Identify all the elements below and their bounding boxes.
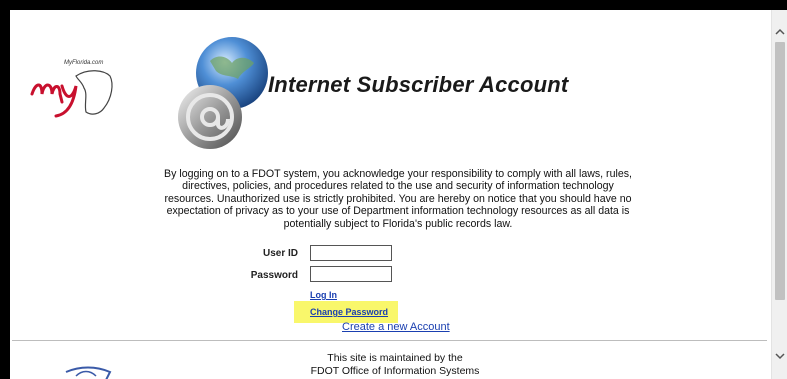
user-id-label: User ID [262,248,298,259]
footer-line-1: This site is maintained by the [327,352,463,364]
change-password-link[interactable]: Change Password [310,307,388,317]
chevron-down-icon[interactable] [772,348,787,364]
fdot-logo [32,366,112,379]
globe-at-icon [178,37,268,149]
footer-line-2: FDOT Office of Information Systems [310,365,480,377]
password-label: Password [250,270,298,281]
chevron-up-icon[interactable] [772,24,787,40]
myflorida-logo: MyFlorida.com [30,60,113,118]
footer-text: This site is maintained by the FDOT Offi… [300,352,490,378]
divider [12,340,767,341]
create-account-link[interactable]: Create a new Account [342,321,450,333]
page-content: MyFlorida.com Internet Subscriber Accoun… [10,10,771,379]
logo-text: MyFlorida.com [64,60,103,66]
page-title: Internet Subscriber Account [268,72,569,97]
scroll-thumb[interactable] [775,42,785,300]
login-link[interactable]: Log In [310,290,337,300]
vertical-scrollbar[interactable] [771,10,787,379]
password-input[interactable] [310,266,392,282]
legal-notice: By logging on to a FDOT system, you ackn… [164,168,632,230]
user-id-input[interactable] [310,245,392,261]
browser-viewport: MyFlorida.com Internet Subscriber Accoun… [10,10,787,379]
